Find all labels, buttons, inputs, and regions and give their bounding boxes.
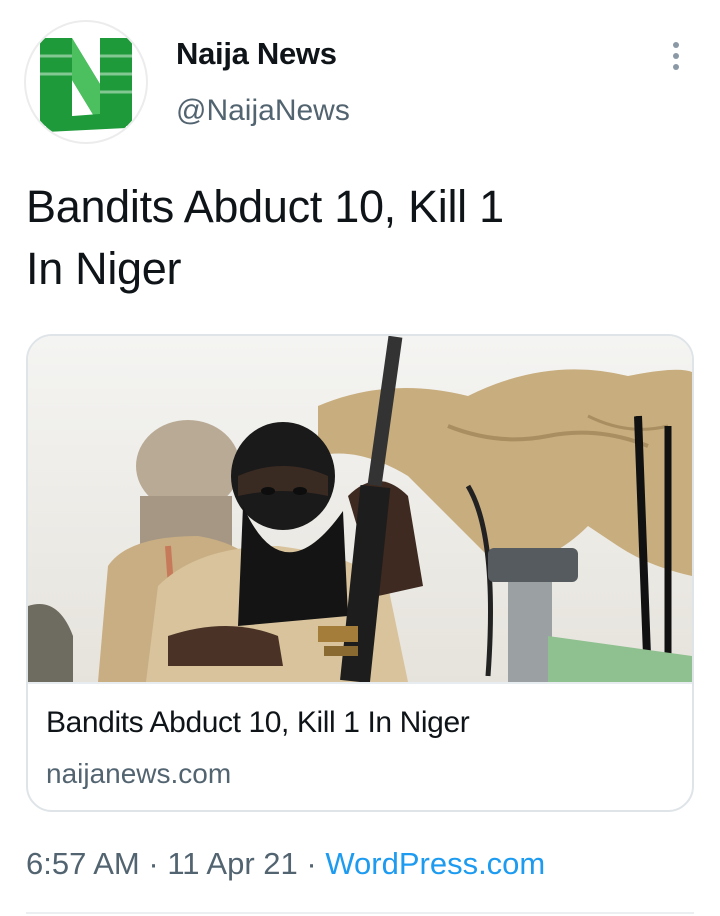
card-image[interactable] [28, 336, 692, 682]
tweet-text: Bandits Abduct 10, Kill 1 In Niger [26, 176, 666, 300]
avatar[interactable] [24, 20, 148, 144]
author-name[interactable]: Naija News [176, 36, 337, 72]
divider [26, 912, 694, 914]
tweet-source-link[interactable]: WordPress.com [325, 846, 545, 881]
more-vertical-icon[interactable] [660, 36, 692, 76]
card-domain: naijanews.com [46, 758, 232, 789]
tweet: Naija News @NaijaNews Bandits Abduct 10,… [0, 0, 720, 916]
meta-separator: · [306, 846, 317, 881]
tweet-time[interactable]: 6:57 AM [26, 846, 140, 881]
masked-gunmen-illustration [28, 336, 692, 682]
card-divider [28, 682, 692, 684]
author-handle[interactable]: @NaijaNews [176, 94, 350, 128]
tweet-meta: 6:57 AM · 11 Apr 21 · WordPress.com [26, 846, 545, 882]
tweet-text-line-2: In Niger [26, 243, 182, 294]
meta-separator: · [148, 846, 159, 881]
card-title[interactable]: Bandits Abduct 10, Kill 1 In Niger [46, 706, 470, 740]
tweet-text-line-1: Bandits Abduct 10, Kill 1 [26, 181, 504, 232]
naija-news-logo [28, 24, 144, 140]
link-card[interactable]: Bandits Abduct 10, Kill 1 In Niger naija… [26, 334, 694, 812]
tweet-date[interactable]: 11 Apr 21 [167, 846, 297, 881]
